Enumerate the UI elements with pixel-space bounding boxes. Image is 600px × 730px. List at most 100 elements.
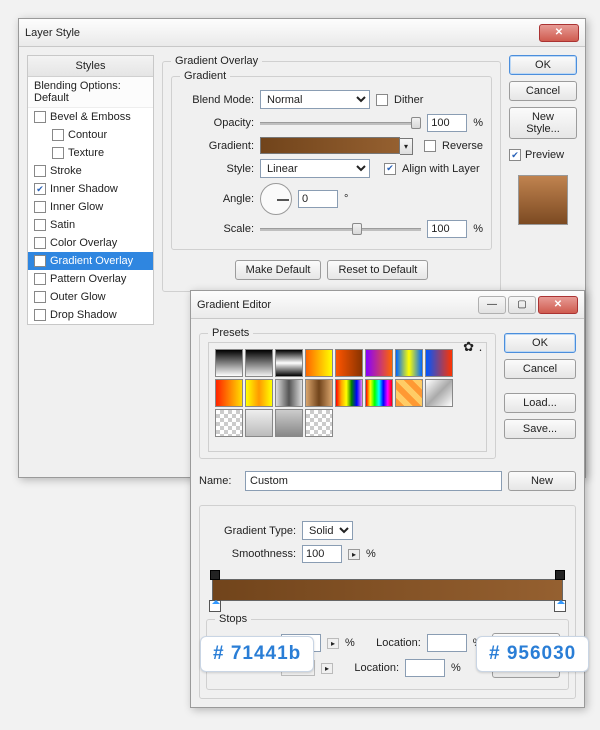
style-item-pattern-overlay[interactable]: Pattern Overlay: [28, 270, 153, 288]
dither-checkbox[interactable]: [376, 94, 388, 106]
ge-ok-button[interactable]: OK: [504, 333, 576, 353]
style-item-bevel-emboss[interactable]: Bevel & Emboss: [28, 108, 153, 126]
scale-input[interactable]: [427, 220, 467, 238]
preset-swatch[interactable]: [245, 379, 273, 407]
preset-swatch[interactable]: [215, 379, 243, 407]
style-item-satin[interactable]: Satin: [28, 216, 153, 234]
color-stop-right[interactable]: [554, 600, 566, 612]
close-icon[interactable]: ✕: [538, 296, 578, 314]
preset-swatch[interactable]: [335, 379, 363, 407]
style-checkbox[interactable]: [34, 291, 46, 303]
preset-swatch[interactable]: [335, 349, 363, 377]
maximize-icon[interactable]: ▢: [508, 296, 536, 314]
style-checkbox[interactable]: [34, 201, 46, 213]
reverse-checkbox[interactable]: [424, 140, 436, 152]
gradient-type-select[interactable]: Solid: [302, 521, 353, 540]
preset-swatch[interactable]: [275, 379, 303, 407]
angle-dial[interactable]: [260, 183, 292, 215]
preset-swatch[interactable]: [245, 409, 273, 437]
blending-options-row[interactable]: Blending Options: Default: [28, 77, 153, 108]
preset-swatch[interactable]: [395, 349, 423, 377]
dither-label: Dither: [394, 94, 423, 106]
gear-icon[interactable]: ✿﹒: [463, 336, 487, 355]
smoothness-unit: %: [366, 548, 376, 560]
styles-header[interactable]: Styles: [28, 56, 153, 77]
align-label: Align with Layer: [402, 163, 480, 175]
ge-cancel-button[interactable]: Cancel: [504, 359, 576, 379]
smoothness-label: Smoothness:: [206, 548, 296, 560]
angle-unit: °: [344, 193, 348, 205]
preset-swatch[interactable]: [365, 379, 393, 407]
style-checkbox[interactable]: [34, 219, 46, 231]
style-item-drop-shadow[interactable]: Drop Shadow: [28, 306, 153, 324]
style-item-stroke[interactable]: Stroke: [28, 162, 153, 180]
style-checkbox[interactable]: [34, 183, 46, 195]
preset-swatch[interactable]: [275, 409, 303, 437]
presets-grid: [208, 342, 487, 452]
make-default-button[interactable]: Make Default: [235, 260, 322, 280]
preset-swatch[interactable]: [425, 379, 453, 407]
opacity-input[interactable]: [427, 114, 467, 132]
preset-swatch[interactable]: [275, 349, 303, 377]
style-checkbox[interactable]: [52, 147, 64, 159]
preset-swatch[interactable]: [305, 349, 333, 377]
styles-list: Styles Blending Options: Default Bevel &…: [27, 55, 154, 325]
gradient-label: Gradient:: [180, 140, 254, 152]
gradient-ramp[interactable]: [212, 579, 563, 601]
layer-style-titlebar[interactable]: Layer Style ✕: [19, 19, 585, 47]
preset-swatch[interactable]: [365, 349, 393, 377]
style-checkbox[interactable]: [34, 309, 46, 321]
style-label: Drop Shadow: [50, 309, 117, 321]
opacity-stop-left[interactable]: [210, 570, 220, 580]
style-label: Contour: [68, 129, 107, 141]
style-checkbox[interactable]: [34, 165, 46, 177]
preset-swatch[interactable]: [215, 349, 243, 377]
preview-checkbox[interactable]: [509, 149, 521, 161]
style-checkbox[interactable]: [34, 111, 46, 123]
smoothness-input[interactable]: [302, 545, 342, 563]
cancel-button[interactable]: Cancel: [509, 81, 577, 101]
stop-location2-label: Location:: [339, 662, 399, 674]
opacity-unit: %: [473, 117, 483, 129]
style-item-contour[interactable]: Contour: [28, 126, 153, 144]
load-button[interactable]: Load...: [504, 393, 576, 413]
chevron-down-icon[interactable]: ▾: [400, 138, 413, 155]
new-button[interactable]: New: [508, 471, 576, 491]
gradient-editor-titlebar[interactable]: Gradient Editor — ▢ ✕: [191, 291, 584, 319]
style-item-color-overlay[interactable]: Color Overlay: [28, 234, 153, 252]
ok-button[interactable]: OK: [509, 55, 577, 75]
preset-swatch[interactable]: [305, 379, 333, 407]
style-checkbox[interactable]: [52, 129, 64, 141]
minimize-icon[interactable]: —: [478, 296, 506, 314]
close-icon[interactable]: ✕: [539, 24, 579, 42]
name-input[interactable]: [245, 471, 502, 491]
smoothness-dropdown-icon[interactable]: ▸: [348, 549, 360, 560]
new-style-button[interactable]: New Style...: [509, 107, 577, 139]
color-stop-left[interactable]: [209, 600, 221, 612]
scale-slider[interactable]: [260, 221, 421, 237]
preset-swatch[interactable]: [425, 349, 453, 377]
blend-mode-select[interactable]: Normal: [260, 90, 370, 109]
style-label: Inner Glow: [50, 201, 103, 213]
style-item-inner-shadow[interactable]: Inner Shadow: [28, 180, 153, 198]
style-item-outer-glow[interactable]: Outer Glow: [28, 288, 153, 306]
align-checkbox[interactable]: [384, 163, 396, 175]
preset-swatch[interactable]: [215, 409, 243, 437]
gradient-bar[interactable]: ▾: [260, 137, 400, 154]
save-button[interactable]: Save...: [504, 419, 576, 439]
style-select[interactable]: Linear: [260, 159, 370, 178]
style-checkbox[interactable]: [34, 255, 46, 267]
style-checkbox[interactable]: [34, 237, 46, 249]
style-item-texture[interactable]: Texture: [28, 144, 153, 162]
style-checkbox[interactable]: [34, 273, 46, 285]
preset-swatch[interactable]: [395, 379, 423, 407]
style-item-inner-glow[interactable]: Inner Glow: [28, 198, 153, 216]
callout-left-color: # 71441b: [200, 636, 314, 672]
preset-swatch[interactable]: [305, 409, 333, 437]
reset-default-button[interactable]: Reset to Default: [327, 260, 428, 280]
opacity-stop-right[interactable]: [555, 570, 565, 580]
angle-input[interactable]: [298, 190, 338, 208]
opacity-slider[interactable]: [260, 115, 421, 131]
preset-swatch[interactable]: [245, 349, 273, 377]
style-item-gradient-overlay[interactable]: Gradient Overlay: [28, 252, 153, 270]
